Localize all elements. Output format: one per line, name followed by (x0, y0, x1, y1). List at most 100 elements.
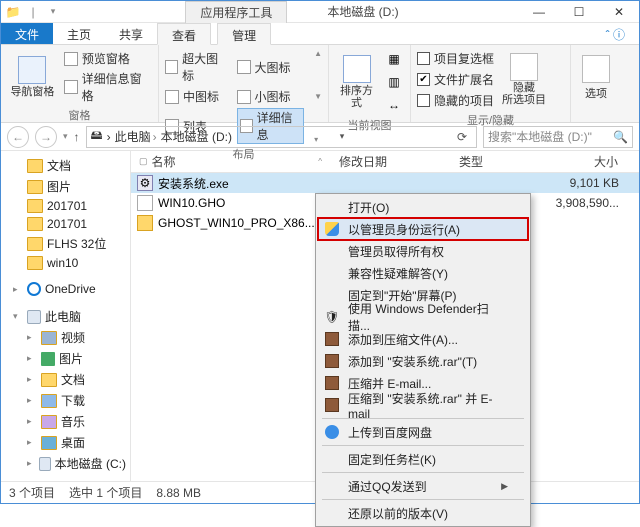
tab-bar: 文件 主页 共享 查看 管理 ˆ ⓘ (1, 23, 639, 45)
tree-item-music[interactable]: ▸音乐 (1, 411, 130, 432)
archive-icon (325, 354, 339, 368)
menu-separator (322, 472, 524, 473)
drive-icon: 🖴 (91, 126, 103, 147)
qat-divider: | (25, 4, 41, 20)
preview-pane-button[interactable]: 预览窗格 (64, 49, 152, 68)
tab-share[interactable]: 共享 (105, 23, 157, 44)
menu-separator (322, 445, 524, 446)
col-name[interactable]: ▢名称^ (131, 153, 331, 170)
tree-item-documents[interactable]: 文档 (1, 155, 130, 176)
status-item-count: 3 个项目 (9, 484, 55, 501)
search-input[interactable]: 搜索"本地磁盘 (D:)" 🔍 (483, 126, 633, 148)
tree-item-drive-c[interactable]: ▸本地磁盘 (C:) (1, 453, 130, 474)
hide-selected-button[interactable]: 隐藏 所选项目 (500, 49, 548, 110)
item-checkboxes-toggle[interactable]: 项目复选框 (417, 49, 494, 68)
layout-l-icons[interactable]: 大图标 (237, 49, 305, 85)
onedrive-icon (27, 282, 41, 296)
submenu-arrow-icon: ▶ (501, 481, 508, 492)
navigation-pane-button[interactable]: 导航窗格 (7, 49, 58, 105)
file-icon (137, 195, 153, 211)
menu-qq-send[interactable]: 通过QQ发送到▶ (318, 475, 528, 497)
tree-item-pictures[interactable]: ▸图片 (1, 348, 130, 369)
ribbon: 导航窗格 预览窗格 详细信息窗格 窗格 超大图标 大图标 中图标 小图标 列表 … (1, 45, 639, 123)
menu-compatibility[interactable]: 兼容性疑难解答(Y) (318, 262, 528, 284)
cloud-icon (325, 425, 339, 439)
layout-xl-icons[interactable]: 超大图标 (165, 49, 227, 85)
folder-icon (137, 215, 153, 231)
layout-scroll-up-icon[interactable]: ▲ (314, 49, 322, 58)
tree-item-thispc[interactable]: ▾此电脑 (1, 306, 130, 327)
navigation-tree[interactable]: 文档 图片 201701 201701 FLHS 32位 win10 ▸OneD… (1, 151, 131, 481)
col-type[interactable]: 类型 (451, 153, 541, 170)
pc-icon (27, 310, 41, 324)
options-button[interactable]: 选项 (577, 49, 615, 106)
menu-defender-scan[interactable]: 🛡使用 Windows Defender扫描... (318, 306, 528, 328)
layout-s-icons[interactable]: 小图标 (237, 87, 305, 106)
pictures-icon (41, 352, 55, 366)
add-columns-button[interactable]: ▥ (384, 72, 404, 92)
ribbon-help-icon[interactable]: ˆ ⓘ (592, 23, 639, 44)
address-bar-row: ← → ▾ ↑ 🖴 › 此电脑› 本地磁盘 (D:) ▾ ⟳ 搜索"本地磁盘 (… (1, 123, 639, 151)
hidden-items-toggle[interactable]: 隐藏的项目 (417, 91, 494, 110)
tree-item-onedrive[interactable]: ▸OneDrive (1, 280, 130, 298)
back-button[interactable]: ← (7, 126, 29, 148)
tree-item-documents[interactable]: ▸文档 (1, 369, 130, 390)
tab-home[interactable]: 主页 (53, 23, 105, 44)
preview-pane-icon (64, 52, 78, 66)
menu-run-as-admin[interactable]: 以管理员身份运行(A) (318, 218, 528, 240)
details-pane-button[interactable]: 详细信息窗格 (64, 69, 152, 105)
archive-icon (325, 332, 339, 346)
tab-view[interactable]: 查看 (157, 23, 211, 45)
tree-item-downloads[interactable]: ▸下载 (1, 390, 130, 411)
menu-add-archive[interactable]: 添加到压缩文件(A)... (318, 328, 528, 350)
file-row[interactable]: ⚙安装系统.exe 9,101 KB (131, 173, 639, 193)
menu-open[interactable]: 打开(O) (318, 196, 528, 218)
col-size[interactable]: 大小 (541, 153, 639, 170)
tree-item-pictures[interactable]: 图片 (1, 176, 130, 197)
tree-item-folder[interactable]: 201701 (1, 197, 130, 215)
recent-dropdown-icon[interactable]: ▾ (63, 131, 68, 142)
col-date[interactable]: 修改日期 (331, 153, 451, 170)
quick-access-toolbar: 📁 | ▾ (1, 4, 65, 20)
menu-add-rar[interactable]: 添加到 "安装系统.rar"(T) (318, 350, 528, 372)
menu-compress-rar-email[interactable]: 压缩到 "安装系统.rar" 并 E-mail (318, 394, 528, 416)
tab-file[interactable]: 文件 (1, 23, 53, 44)
close-button[interactable]: ✕ (599, 1, 639, 23)
minimize-button[interactable]: — (519, 1, 559, 23)
tab-manage[interactable]: 管理 (217, 23, 271, 45)
folder-icon: 📁 (5, 4, 21, 20)
sort-icon (343, 55, 371, 83)
defender-icon: 🛡 (324, 309, 340, 325)
layout-m-icons[interactable]: 中图标 (165, 87, 227, 106)
tree-item-videos[interactable]: ▸视频 (1, 327, 130, 348)
menu-pin-taskbar[interactable]: 固定到任务栏(K) (318, 448, 528, 470)
shield-icon (325, 222, 339, 236)
tree-item-folder[interactable]: 201701 (1, 215, 130, 233)
up-button[interactable]: ↑ (74, 130, 80, 144)
nav-pane-label: 导航窗格 (10, 86, 54, 98)
chevron-right-icon: › (107, 130, 111, 144)
refresh-button[interactable]: ⟳ (452, 127, 472, 147)
tree-item-folder[interactable]: win10 (1, 254, 130, 272)
tree-item-desktop[interactable]: ▸桌面 (1, 432, 130, 453)
address-dropdown-icon[interactable]: ▾ (332, 127, 352, 147)
context-menu: 打开(O) 以管理员身份运行(A) 管理员取得所有权 兼容性疑难解答(Y) 固定… (315, 193, 531, 527)
tree-item-folder[interactable]: FLHS 32位 (1, 233, 130, 254)
maximize-button[interactable]: ☐ (559, 1, 599, 23)
window-title: 本地磁盘 (D:) (327, 1, 398, 23)
layout-scroll-down-icon[interactable]: ▼ (314, 92, 322, 101)
status-selected: 选中 1 个项目 (69, 484, 142, 501)
file-extensions-toggle[interactable]: 文件扩展名 (417, 70, 494, 89)
menu-take-ownership[interactable]: 管理员取得所有权 (318, 240, 528, 262)
address-bar[interactable]: 🖴 › 此电脑› 本地磁盘 (D:) ▾ ⟳ (86, 126, 477, 148)
forward-button[interactable]: → (35, 126, 57, 148)
menu-baidu-upload[interactable]: 上传到百度网盘 (318, 421, 528, 443)
group-by-button[interactable]: ▦ (384, 49, 404, 69)
sort-button[interactable]: 排序方式 (335, 49, 378, 115)
status-size: 8.88 MB (156, 486, 201, 500)
qat-dropdown-icon[interactable]: ▾ (45, 4, 61, 20)
search-icon: 🔍 (613, 130, 628, 144)
breadcrumb: 此电脑› (115, 128, 157, 145)
menu-restore-versions[interactable]: 还原以前的版本(V) (318, 502, 528, 524)
size-columns-button[interactable]: ↔ (384, 95, 404, 115)
